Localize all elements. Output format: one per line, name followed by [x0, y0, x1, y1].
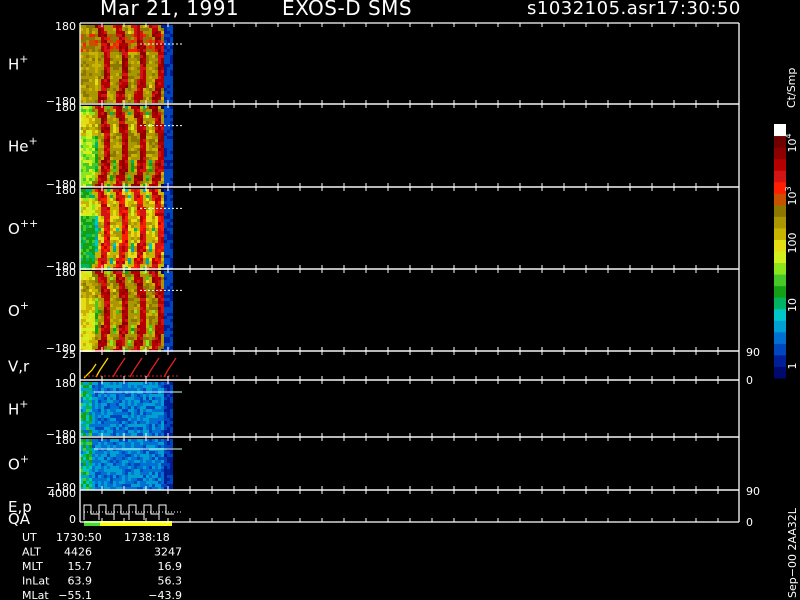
- panel-label: O++: [8, 217, 38, 238]
- panel-label-charge: +: [29, 135, 38, 148]
- plot-date: Mar 21, 1991: [100, 0, 240, 20]
- orbit-param-start: 4426: [64, 546, 92, 559]
- colorbar-swatch: [774, 354, 786, 367]
- colorbar-tick-label: 1: [786, 363, 799, 370]
- colorbar-swatch: [774, 331, 786, 344]
- colorbar-unit-label: Ct/Smp: [785, 68, 798, 108]
- panel-label: O+: [8, 453, 29, 474]
- panel-label-charge: +: [20, 453, 29, 466]
- orbit-param-end: −43.9: [148, 589, 182, 600]
- y-axis-top-label: 180: [55, 434, 76, 447]
- velocity-trace: [129, 357, 143, 378]
- velocity-trace: [112, 357, 126, 378]
- right-axis-bottom-label: 0: [746, 516, 753, 529]
- panel-label: V,r: [8, 358, 30, 376]
- colorbar-swatch: [774, 297, 786, 310]
- orbit-param-start: 63.9: [68, 575, 93, 588]
- orbit-param-label: InLat: [22, 575, 50, 588]
- velocity-trace: [95, 357, 109, 378]
- y-axis-top-label: 180: [55, 377, 76, 390]
- colorbar-swatch: [774, 262, 786, 275]
- spectrogram-data-layer: [80, 25, 182, 526]
- colorbar-tick-label: 100: [786, 233, 799, 254]
- orbit-param-start: 15.7: [68, 560, 93, 573]
- velocity-trace: [146, 357, 160, 378]
- y-axis-bottom-label: 0: [69, 513, 76, 526]
- panel-label-charge: +: [19, 398, 28, 411]
- y-axis-top-label: 180: [55, 101, 76, 114]
- ut-label: UT: [22, 531, 37, 544]
- panel-label: O+: [8, 299, 29, 320]
- y-axis-top-label: 25: [62, 348, 76, 361]
- colorbar-swatch: [774, 158, 786, 171]
- sms-spectrogram-plot: H+180−180He+180−180O++180−180O+180−180V,…: [8, 20, 799, 600]
- qa-label: QA: [8, 510, 31, 528]
- panel-label-charge: ++: [20, 217, 38, 230]
- y-axis-top-label: 180: [55, 184, 76, 197]
- panel-label: He+: [8, 135, 38, 156]
- colorbar-swatch: [774, 343, 786, 356]
- colorbar-swatch: [774, 193, 786, 206]
- ut-value: 1738:18: [124, 531, 170, 544]
- orbit-param-start: −55.1: [58, 589, 92, 600]
- colorbar-tick-label: 10: [786, 298, 799, 312]
- colorbar-swatch: [774, 227, 786, 240]
- y-axis-top-label: 180: [55, 266, 76, 279]
- right-axis-top-label: 90: [746, 485, 760, 498]
- start-time: 17:30:50: [656, 0, 741, 19]
- software-version: Sep−00 2AA32L: [786, 507, 799, 598]
- colorbar-tick-label: 104: [784, 133, 799, 152]
- panel-label: H+: [8, 398, 29, 419]
- right-axis-bottom-label: 0: [746, 374, 753, 387]
- velocity-trace: [163, 357, 177, 378]
- colorbar-swatch: [774, 204, 786, 217]
- colorbar-swatch: [774, 251, 786, 264]
- orbit-param-label: MLT: [22, 560, 43, 573]
- panel-label-charge: +: [19, 53, 28, 66]
- colorbar-swatch: [774, 285, 786, 298]
- colorbar-swatch: [774, 320, 786, 333]
- colorbar-swatch: [774, 239, 786, 252]
- file-name: s1032105.asr: [527, 0, 657, 19]
- instrument-name: EXOS-D SMS: [282, 0, 413, 20]
- right-axis-top-label: 90: [746, 346, 760, 359]
- colorbar-swatch: [774, 216, 786, 229]
- orbit-param-label: MLat: [22, 589, 49, 600]
- colorbar-swatch: [774, 170, 786, 183]
- colorbar-swatch: [774, 308, 786, 321]
- colorbar-swatch: [774, 147, 786, 160]
- panel-frames: [79, 22, 740, 523]
- ut-value: 1730:50: [56, 531, 102, 544]
- colorbar-tick-label: 103: [784, 186, 799, 205]
- colorbar-tick-exponent: 4: [784, 133, 793, 138]
- orbit-param-end: 3247: [154, 546, 182, 559]
- y-axis-top-label: 4000: [48, 487, 76, 500]
- y-axis-top-label: 180: [55, 20, 76, 33]
- orbit-param-end: 56.3: [158, 575, 183, 588]
- colorbar: Ct/Smp 104 103 100 10 1: [774, 68, 799, 379]
- panel-label: H+: [8, 53, 29, 74]
- orbit-param-label: ALT: [22, 546, 41, 559]
- colorbar-swatch: [774, 274, 786, 287]
- colorbar-swatch: [774, 366, 786, 379]
- panel-label-charge: +: [20, 299, 29, 312]
- orbit-param-end: 16.9: [158, 560, 183, 573]
- colorbar-tick-exponent: 3: [784, 186, 793, 191]
